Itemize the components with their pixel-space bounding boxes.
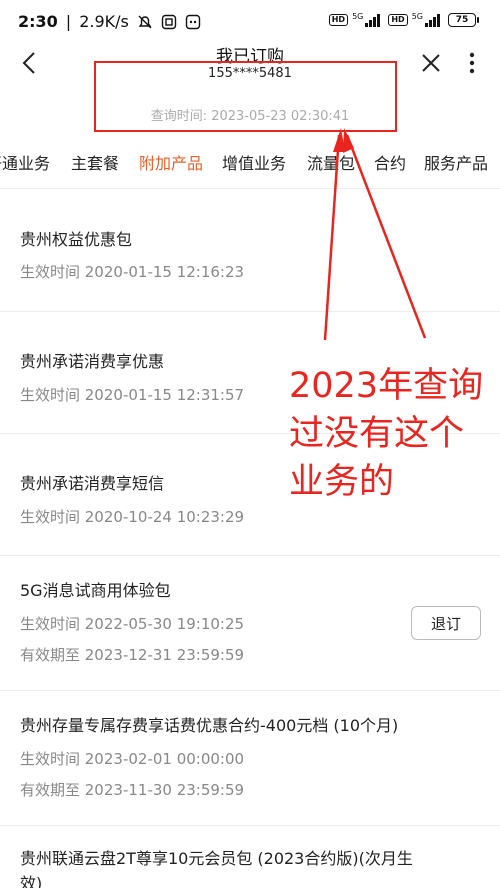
app-notification-icon bbox=[161, 14, 177, 29]
expiry-time: 有效期至 2023-11-30 23:59:59 bbox=[20, 781, 245, 799]
list-item[interactable]: 5G消息试商用体验包 生效时间 2022-05-30 19:10:25 有效期至… bbox=[0, 556, 500, 691]
effective-time: 生效时间 2020-10-24 10:23:29 bbox=[20, 508, 245, 526]
product-name: 5G消息试商用体验包 bbox=[20, 581, 171, 600]
network-type-label: 5G bbox=[352, 12, 364, 21]
annotation-highlight-box bbox=[94, 61, 397, 132]
signal-icon bbox=[365, 13, 381, 27]
battery-icon: 75 bbox=[448, 13, 479, 27]
tab-service-products[interactable]: 服务产品 bbox=[424, 150, 488, 174]
effective-time: 生效时间 2020-01-15 12:31:57 bbox=[20, 386, 245, 404]
annotation-note: 2023年查询 过没有这个 业务的 bbox=[289, 362, 494, 506]
unsubscribe-button[interactable]: 退订 bbox=[411, 606, 481, 640]
more-vertical-icon bbox=[469, 52, 475, 74]
close-button[interactable] bbox=[416, 48, 446, 78]
tab-data-packages[interactable]: 流量包 bbox=[307, 150, 355, 174]
signal-icon bbox=[425, 13, 440, 27]
status-right: HD 5G HD 5G 75 bbox=[328, 12, 479, 27]
hd-icon: HD bbox=[388, 14, 408, 26]
alarm-muted-icon bbox=[138, 15, 152, 28]
hd-icon: HD bbox=[328, 14, 349, 26]
status-time: 2:30 bbox=[18, 12, 58, 31]
product-name-continued: 效) bbox=[20, 874, 43, 888]
annotation-line: 业务的 bbox=[289, 462, 395, 502]
product-name: 贵州承诺消费享优惠 bbox=[20, 352, 165, 371]
close-icon bbox=[422, 54, 440, 72]
list-item[interactable]: 贵州联通云盘2T尊享10元会员包 (2023合约版)(次月生 效) bbox=[0, 826, 500, 888]
category-tabs: 开通业务 主套餐 附加产品 增值业务 流量包 合约 服务产品 bbox=[0, 138, 500, 182]
status-left: 2:30 | 2.9K/s bbox=[18, 12, 201, 31]
more-options-button[interactable] bbox=[462, 48, 482, 78]
effective-time: 生效时间 2020-01-15 12:16:23 bbox=[20, 263, 245, 281]
robot-app-icon bbox=[185, 14, 201, 29]
product-name: 贵州权益优惠包 bbox=[20, 230, 133, 249]
list-item[interactable]: 贵州权益优惠包 生效时间 2020-01-15 12:16:23 bbox=[0, 189, 500, 312]
effective-time: 生效时间 2022-05-30 19:10:25 bbox=[20, 615, 245, 633]
effective-time: 生效时间 2023-02-01 00:00:00 bbox=[20, 750, 245, 768]
expiry-time: 有效期至 2023-12-31 23:59:59 bbox=[20, 646, 245, 664]
tab-value-added-services[interactable]: 增值业务 bbox=[222, 150, 286, 174]
tab-main-plan[interactable]: 主套餐 bbox=[71, 150, 119, 174]
annotation-line: 过没有这个 bbox=[289, 414, 465, 454]
tab-activated-services[interactable]: 开通业务 bbox=[0, 150, 50, 174]
product-name: 贵州联通云盘2T尊享10元会员包 (2023合约版)(次月生 bbox=[20, 849, 413, 868]
network-type-label: 5G bbox=[411, 12, 423, 21]
page-header: 我已订购 155****5481 查询时间: 2023-05-23 02:30:… bbox=[0, 42, 500, 138]
status-bar: 2:30 | 2.9K/s HD 5G HD 5G 75 bbox=[0, 0, 500, 42]
product-name: 贵州存量专属存费享话费优惠合约-400元档 (10个月) bbox=[20, 716, 399, 735]
annotation-line: 2023年查询 bbox=[289, 366, 484, 406]
product-name: 贵州承诺消费享短信 bbox=[20, 474, 165, 493]
tab-contracts[interactable]: 合约 bbox=[374, 150, 406, 174]
network-speed: 2.9K/s bbox=[79, 12, 129, 31]
list-item[interactable]: 贵州存量专属存费享话费优惠合约-400元档 (10个月) 生效时间 2023-0… bbox=[0, 691, 500, 826]
tab-add-on-products[interactable]: 附加产品 bbox=[139, 150, 203, 174]
